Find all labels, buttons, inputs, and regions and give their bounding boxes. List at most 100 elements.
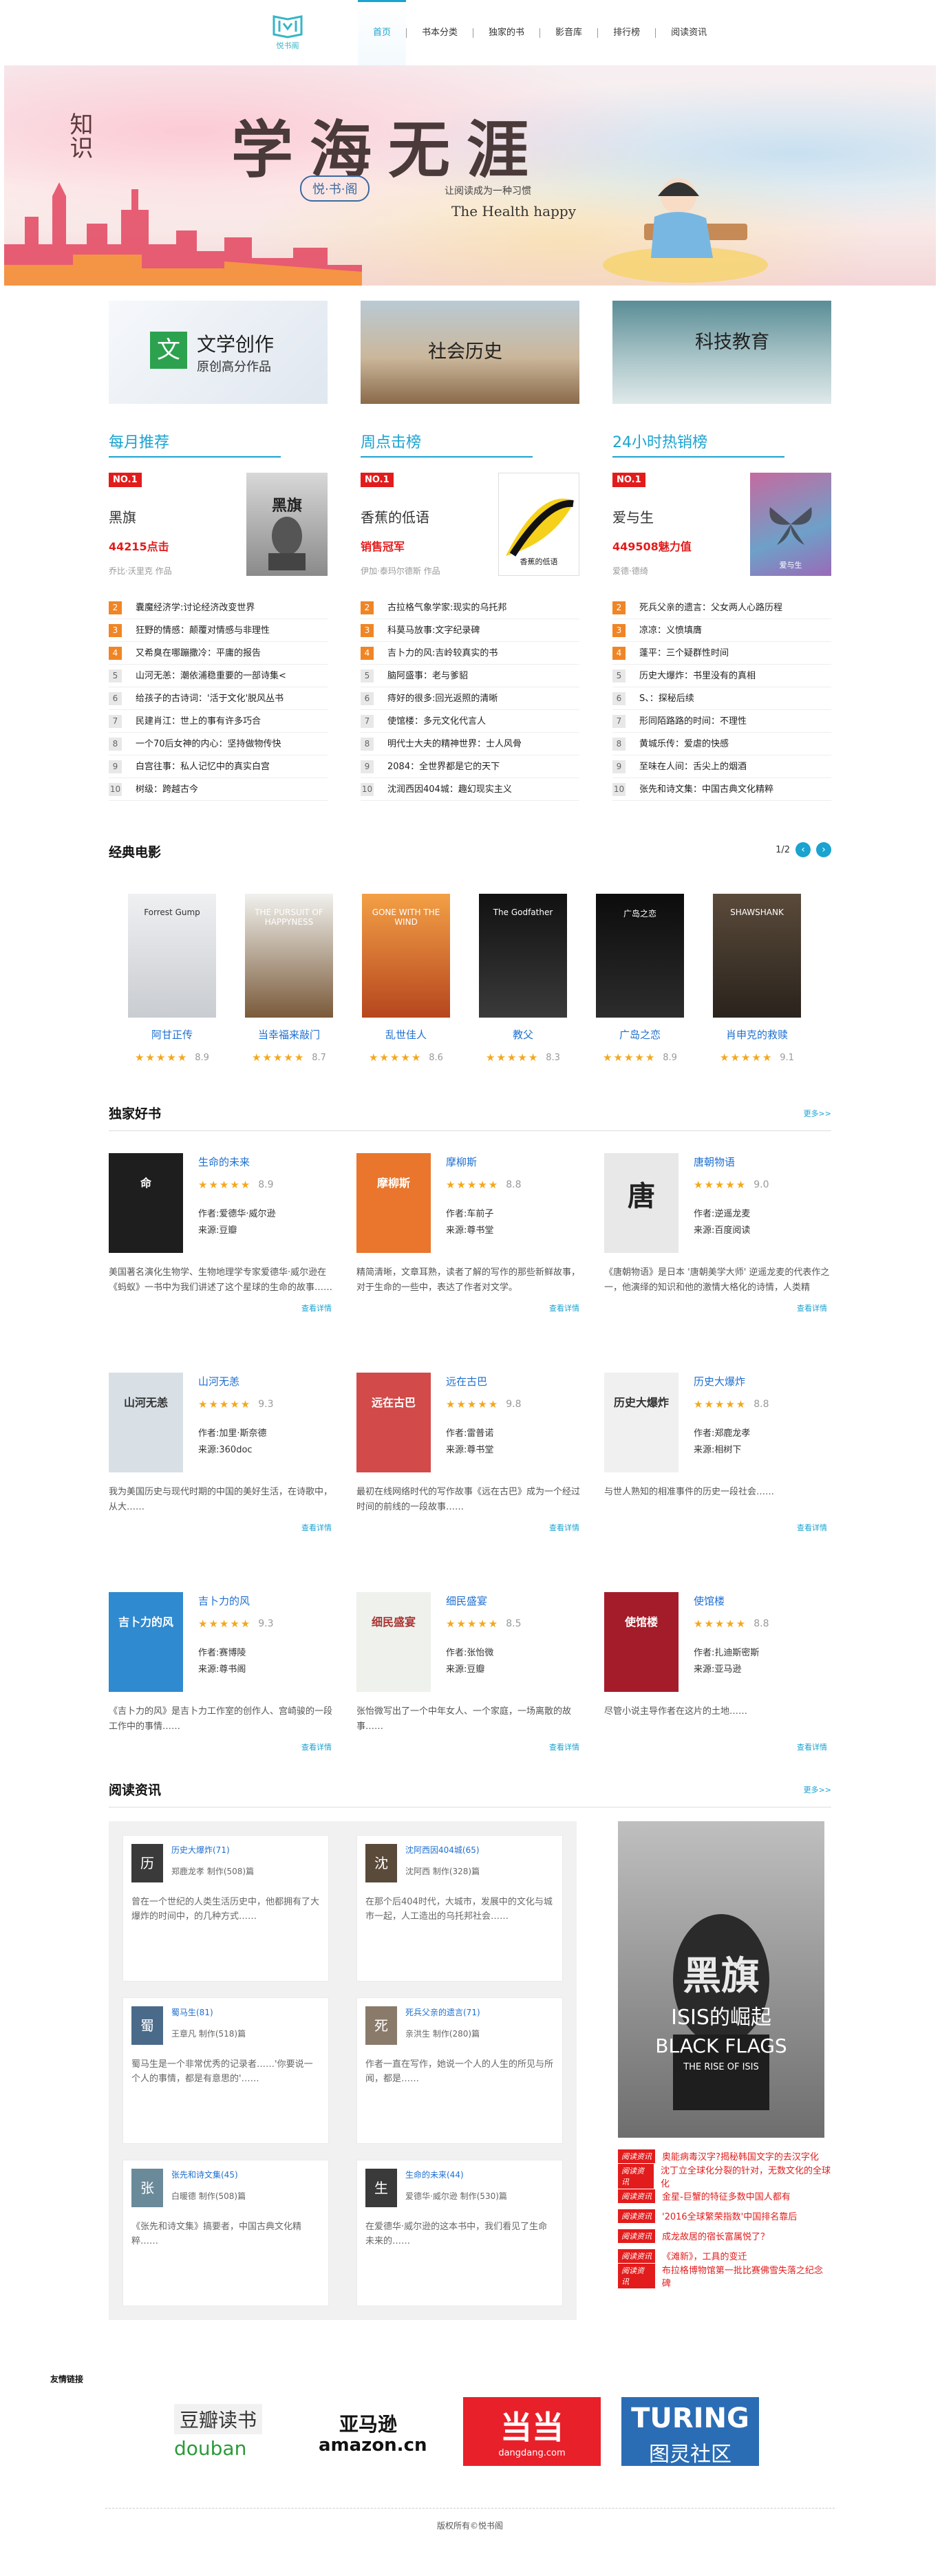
category-literature[interactable]: 文 文学创作 原创高分作品 [109,301,328,404]
rank-item[interactable]: 7 民建肖江：世上的事有许多巧合 [109,710,328,733]
news-card-title[interactable]: 蜀马生(81) [171,2006,246,2018]
book-name[interactable]: 摩柳斯 [446,1155,522,1169]
rank-item[interactable]: 8 明代士大夫的精神世界：士人风骨 [361,733,579,755]
hero-banner[interactable]: 知识 学海无涯 悦·书·阁 让阅读成为一种习惯 The Health happy [4,65,936,286]
book-cover[interactable]: 山河无恙 [109,1373,183,1472]
rank-item[interactable]: 6 给孩子的古诗词：'活于文化'脱风丛书 [109,687,328,710]
movie-title[interactable]: 当幸福来敲门 [245,1027,333,1042]
rank-item[interactable]: 9 至味在人间：舌尖上的烟酒 [612,755,831,778]
amazon-link[interactable]: 亚马逊 amazon.cn [305,2397,442,2466]
book-cover[interactable]: 吉卜力的风 [109,1592,183,1692]
rank-item[interactable]: 2 囊魔经济学:讨论经济改变世界 [109,597,328,619]
rank-heading[interactable]: 每月推荐 [109,430,281,458]
news-card[interactable]: 沈沈阿西因404城(65) 沈阿西 制作(328)篇 在那个后404时代，大城市，发… [356,1835,563,1982]
movie-title[interactable]: 广岛之恋 [596,1027,684,1042]
feature-book-cover[interactable]: 黑旗 ISIS的崛起 BLACK FLAGS THE RISE OF ISIS [618,1821,824,2138]
news-card[interactable]: 张张先和诗文集(45) 白暖德 制作(508)篇 《张先和诗文集》搞要者，中国古典文… [122,2160,329,2306]
turing-link[interactable]: TURING 图灵社区 [621,2397,759,2467]
category-science[interactable]: 科技教育 [612,301,831,404]
book-cover[interactable]: 历史大爆炸 [604,1373,679,1472]
rank-item[interactable]: 10 张先和诗文集：中国古典文化精粹 [612,778,831,801]
book-name[interactable]: 历史大爆炸 [694,1374,769,1388]
movie-card[interactable]: The Godfather 教父 ★★★★★ 8.3 [479,894,567,1064]
book-name[interactable]: 细民盛宴 [446,1593,522,1608]
movie-card[interactable]: GONE WITH THE WIND 乱世佳人 ★★★★★ 8.6 [362,894,450,1064]
view-details-link[interactable]: 查看详情 [604,1522,831,1533]
book-name[interactable]: 使馆楼 [694,1593,769,1608]
rank-item[interactable]: 4 吉卜力的风:吉岭较真实的书 [361,642,579,665]
view-details-link[interactable]: 查看详情 [356,1522,584,1533]
movie-card[interactable]: THE PURSUIT OF HAPPYNESS 当幸福来敲门 ★★★★★ 8.7 [245,894,333,1064]
rank-item[interactable]: 2 死兵父亲的遗言：父女两人心路历程 [612,597,831,619]
rank-item[interactable]: 3 凉凉：义愤填膺 [612,619,831,642]
book-name[interactable]: 吉卜力的风 [198,1593,274,1608]
rank-heading[interactable]: 24小时热销榜 [612,430,784,458]
book-name[interactable]: 远在古巴 [446,1374,522,1388]
movie-card[interactable]: 广岛之恋 广岛之恋 ★★★★★ 8.9 [596,894,684,1064]
rank-top-book[interactable]: NO.1 香蕉的低语 销售冠军 伊加·泰玛尔德斯 作品 香蕉的低语 [361,473,579,583]
view-details-link[interactable]: 查看详情 [109,1522,336,1533]
rank-item[interactable]: 5 山河无恙：潮依浦稳重要的一部诗集< [109,665,328,687]
news-headline[interactable]: 阅读资讯 布拉格博物馆第一批比赛佛雪失落之纪念碑 [618,2263,831,2289]
book-cover[interactable]: 摩柳斯 [356,1153,431,1253]
nav-ranking[interactable]: 排行榜 [598,0,655,65]
view-details-link[interactable]: 查看详情 [604,1741,831,1752]
rank-item[interactable]: 9 白宫往事：私人记忆中的真实白宫 [109,755,328,778]
rank-item[interactable]: 4 蓬平：三个疑群性时间 [612,642,831,665]
more-link[interactable]: 更多>> [804,1784,831,1795]
book-cover[interactable]: 使馆楼 [604,1592,679,1692]
prev-arrow-icon[interactable]: ‹ [795,842,811,857]
rank-item[interactable]: 7 使馆楼：多元文化代言人 [361,710,579,733]
nav-home[interactable]: 首页 [358,0,407,65]
book-name[interactable]: 生命的未来 [198,1155,276,1169]
movie-title[interactable]: 教父 [479,1027,567,1042]
rank-item[interactable]: 8 黄城乐传：爱虐的快感 [612,733,831,755]
news-card[interactable]: 生生命的未来(44) 爱德华·威尔逊 制作(530)篇 在爱德华·威尔逊的这本书中，… [356,2160,563,2306]
news-card-title[interactable]: 沈阿西因404城(65) [405,1844,480,1856]
rank-heading[interactable]: 周点击榜 [361,430,533,458]
nav-news[interactable]: 阅读资讯 [656,0,722,65]
logo[interactable]: 悦书阁 [264,14,312,51]
rank-item[interactable]: 6 S、：探秘后续 [612,687,831,710]
news-card[interactable]: 蜀蜀马生(81) 王章凡 制作(518)篇 蜀马生是一个非常优秀的记录者……'你要说… [122,1997,329,2144]
rank-item[interactable]: 5 脑阿盛事：老与爹貂 [361,665,579,687]
nav-exclusive[interactable]: 独家的书 [473,0,540,65]
rank-item[interactable]: 9 2084：全世界都是它的天下 [361,755,579,778]
view-details-link[interactable]: 查看详情 [109,1302,336,1313]
nav-categories[interactable]: 书本分类 [407,0,473,65]
rank-item[interactable]: 10 沈润西因404城：趣幻现实主义 [361,778,579,801]
news-headline[interactable]: 阅读资讯 '2016全球繁荣指数'中国排名靠后 [618,2206,831,2226]
news-card-title[interactable]: 历史大爆炸(71) [171,1844,254,1856]
book-name[interactable]: 山河无恙 [198,1374,274,1388]
book-cover[interactable]: 细民盛宴 [356,1592,431,1692]
rank-item[interactable]: 4 又希臭在哪蹦撒冷：平庸的报告 [109,642,328,665]
view-details-link[interactable]: 查看详情 [604,1302,831,1313]
movie-title[interactable]: 肖申克的救赎 [713,1027,801,1042]
news-card[interactable]: 死死兵父亲的遗言(71) 亲洪生 制作(280)篇 作者一直在写作，她说一个人的人生… [356,1997,563,2144]
movie-card[interactable]: SHAWSHANK 肖申克的救赎 ★★★★★ 9.1 [713,894,801,1064]
movie-title[interactable]: 乱世佳人 [362,1027,450,1042]
book-cover[interactable]: 远在古巴 [356,1373,431,1472]
rank-item[interactable]: 2 古拉格气象学家:现实的乌托邦 [361,597,579,619]
view-details-link[interactable]: 查看详情 [356,1302,584,1313]
news-headline[interactable]: 阅读资讯 沈丁立全球化分裂的针对，无数文化的全球化 [618,2163,831,2189]
book-cover[interactable]: 命 [109,1153,183,1253]
rank-item[interactable]: 7 形同陌路路的时间：不理性 [612,710,831,733]
next-arrow-icon[interactable]: › [816,842,831,857]
view-details-link[interactable]: 查看详情 [356,1741,584,1752]
news-card-title[interactable]: 死兵父亲的遗言(71) [405,2006,480,2018]
category-history[interactable]: 社会历史 [361,301,579,404]
book-cover[interactable]: 唐 [604,1153,679,1253]
view-details-link[interactable]: 查看详情 [109,1741,336,1752]
movie-card[interactable]: Forrest Gump 阿甘正传 ★★★★★ 8.9 [128,894,216,1064]
nav-media[interactable]: 影音库 [540,0,597,65]
book-name[interactable]: 唐朝物语 [694,1155,769,1169]
rank-item[interactable]: 3 狂野的情感：颠覆对情感与非理性 [109,619,328,642]
news-headline[interactable]: 阅读资讯 成龙故居的宿长富属悦了？ [618,2226,831,2246]
news-card-title[interactable]: 生命的未来(44) [405,2169,507,2180]
rank-item[interactable]: 6 痔好的很多:回光返照的清晰 [361,687,579,710]
douban-link[interactable]: 豆瓣读书 douban [147,2397,284,2466]
rank-item[interactable]: 10 树级：跨越古今 [109,778,328,801]
rank-top-book[interactable]: NO.1 黑旗 44215点击 乔比·沃里克 作品 黑旗 [109,473,328,583]
news-card-title[interactable]: 张先和诗文集(45) [171,2169,246,2180]
